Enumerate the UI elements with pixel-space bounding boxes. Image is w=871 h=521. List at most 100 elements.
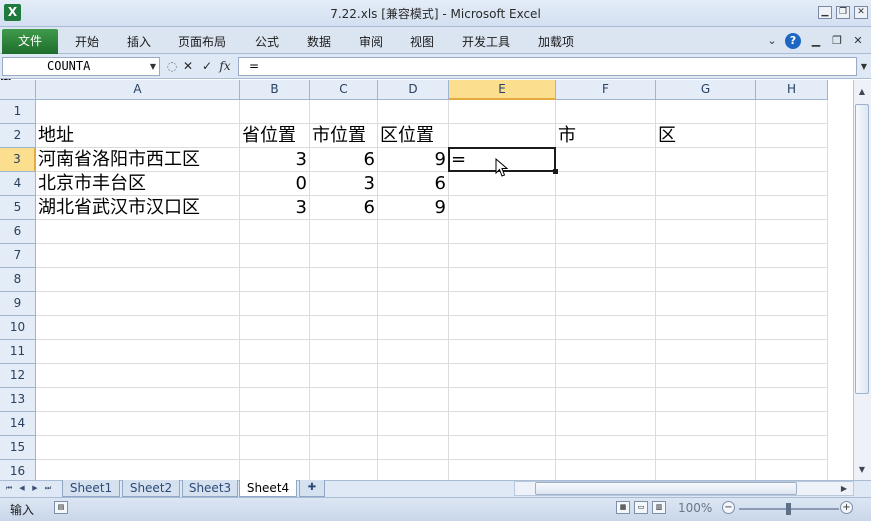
- fill-handle[interactable]: [553, 169, 558, 174]
- cell-a6[interactable]: [36, 220, 240, 244]
- cancel-entry-icon[interactable]: ✕: [180, 58, 196, 75]
- normal-view-icon[interactable]: ▦: [616, 501, 630, 514]
- last-sheet-icon[interactable]: ⏭: [42, 482, 54, 495]
- insert-sheet-icon[interactable]: ✚: [299, 480, 325, 497]
- cell-f11[interactable]: [556, 340, 656, 364]
- zoom-out-icon[interactable]: −: [722, 501, 735, 514]
- cell-h6[interactable]: [756, 220, 828, 244]
- cell-f3[interactable]: [556, 148, 656, 172]
- cell-c6[interactable]: [310, 220, 378, 244]
- cell-f4[interactable]: [556, 172, 656, 196]
- cell-b9[interactable]: [240, 292, 310, 316]
- cell-e13[interactable]: [449, 388, 556, 412]
- row-header-3[interactable]: 3: [0, 148, 36, 172]
- row-header-15[interactable]: 15: [0, 436, 36, 460]
- cell-f1[interactable]: [556, 100, 656, 124]
- cell-f9[interactable]: [556, 292, 656, 316]
- scroll-right-icon[interactable]: ▶: [837, 481, 851, 496]
- close-workbook-icon[interactable]: ✕: [850, 33, 866, 49]
- prev-sheet-icon[interactable]: ◀: [16, 482, 28, 495]
- zoom-level[interactable]: 100%: [678, 501, 712, 515]
- cell-g15[interactable]: [656, 436, 756, 460]
- cell-f14[interactable]: [556, 412, 656, 436]
- cell-e5[interactable]: [449, 196, 556, 220]
- cell-b14[interactable]: [240, 412, 310, 436]
- page-break-view-icon[interactable]: ▥: [652, 501, 666, 514]
- cell-g8[interactable]: [656, 268, 756, 292]
- cell-e6[interactable]: [449, 220, 556, 244]
- cell-d8[interactable]: [378, 268, 449, 292]
- row-header-7[interactable]: 7: [0, 244, 36, 268]
- zoom-slider-knob[interactable]: [786, 503, 791, 515]
- column-header-b[interactable]: B: [240, 80, 310, 100]
- cell-a8[interactable]: [36, 268, 240, 292]
- cell-a5[interactable]: 湖北省武汉市汉口区: [36, 196, 240, 220]
- cell-h2[interactable]: [756, 124, 828, 148]
- column-header-h[interactable]: H: [756, 80, 828, 100]
- cell-a3[interactable]: 河南省洛阳市西工区: [36, 148, 240, 172]
- cell-b5[interactable]: 3: [240, 196, 310, 220]
- cell-d3[interactable]: 9: [378, 148, 449, 172]
- cell-e7[interactable]: [449, 244, 556, 268]
- sheet-tab-sheet3[interactable]: Sheet3: [182, 480, 238, 497]
- cell-h3[interactable]: [756, 148, 828, 172]
- cell-h12[interactable]: [756, 364, 828, 388]
- cell-a1[interactable]: [36, 100, 240, 124]
- cell-d5[interactable]: 9: [378, 196, 449, 220]
- cell-c2[interactable]: 市位置: [310, 124, 378, 148]
- row-header-10[interactable]: 10: [0, 316, 36, 340]
- cell-g5[interactable]: [656, 196, 756, 220]
- minimize-workbook-icon[interactable]: ▁: [808, 33, 824, 49]
- tab-insert[interactable]: 插入: [127, 33, 151, 50]
- cell-c4[interactable]: 3: [310, 172, 378, 196]
- column-header-f[interactable]: F: [556, 80, 656, 100]
- cell-e14[interactable]: [449, 412, 556, 436]
- worksheet-grid[interactable]: A B C D E F G H 1 2 地址 省位置 市位置 区位置市区 3 河南省洛阳市西工区 3 6 9 = 4 北京…: [0, 80, 871, 484]
- cell-a12[interactable]: [36, 364, 240, 388]
- cell-b4[interactable]: 0: [240, 172, 310, 196]
- macro-record-icon[interactable]: ▤: [54, 501, 68, 514]
- cell-b15[interactable]: [240, 436, 310, 460]
- column-header-e[interactable]: E: [449, 80, 556, 100]
- cell-d1[interactable]: [378, 100, 449, 124]
- cell-b3[interactable]: 3: [240, 148, 310, 172]
- row-header-6[interactable]: 6: [0, 220, 36, 244]
- horizontal-scroll-thumb[interactable]: [535, 482, 797, 495]
- tab-review[interactable]: 审阅: [359, 33, 383, 50]
- cell-b2[interactable]: 省位置: [240, 124, 310, 148]
- cell-d12[interactable]: [378, 364, 449, 388]
- cell-h11[interactable]: [756, 340, 828, 364]
- cell-d7[interactable]: [378, 244, 449, 268]
- minimize-window-icon[interactable]: ▁: [818, 6, 832, 19]
- cell-h5[interactable]: [756, 196, 828, 220]
- splitter-icon[interactable]: ◌: [164, 58, 180, 75]
- cell-b7[interactable]: [240, 244, 310, 268]
- cell-c12[interactable]: [310, 364, 378, 388]
- cell-b10[interactable]: [240, 316, 310, 340]
- cell-g9[interactable]: [656, 292, 756, 316]
- restore-window-icon[interactable]: ❐: [836, 6, 850, 19]
- select-all-corner[interactable]: [0, 80, 36, 100]
- cell-e1[interactable]: [449, 100, 556, 124]
- cell-h14[interactable]: [756, 412, 828, 436]
- expand-formula-bar-icon[interactable]: ▼: [858, 57, 870, 76]
- cell-e15[interactable]: [449, 436, 556, 460]
- cell-c13[interactable]: [310, 388, 378, 412]
- cell-b12[interactable]: [240, 364, 310, 388]
- row-header-12[interactable]: 12: [0, 364, 36, 388]
- cell-a7[interactable]: [36, 244, 240, 268]
- cell-e11[interactable]: [449, 340, 556, 364]
- cell-g12[interactable]: [656, 364, 756, 388]
- cell-e9[interactable]: [449, 292, 556, 316]
- scroll-down-icon[interactable]: ▼: [854, 462, 870, 478]
- cell-f10[interactable]: [556, 316, 656, 340]
- chevron-down-icon[interactable]: ▼: [146, 57, 160, 76]
- ribbon-collapse-icon[interactable]: ⌄: [764, 33, 780, 49]
- cell-c7[interactable]: [310, 244, 378, 268]
- scroll-up-icon[interactable]: ▲: [854, 84, 870, 100]
- restore-workbook-icon[interactable]: ❐: [829, 33, 845, 49]
- cell-c9[interactable]: [310, 292, 378, 316]
- confirm-entry-icon[interactable]: ✓: [199, 58, 215, 75]
- sheet-tab-sheet2[interactable]: Sheet2: [122, 480, 180, 497]
- cell-f7[interactable]: [556, 244, 656, 268]
